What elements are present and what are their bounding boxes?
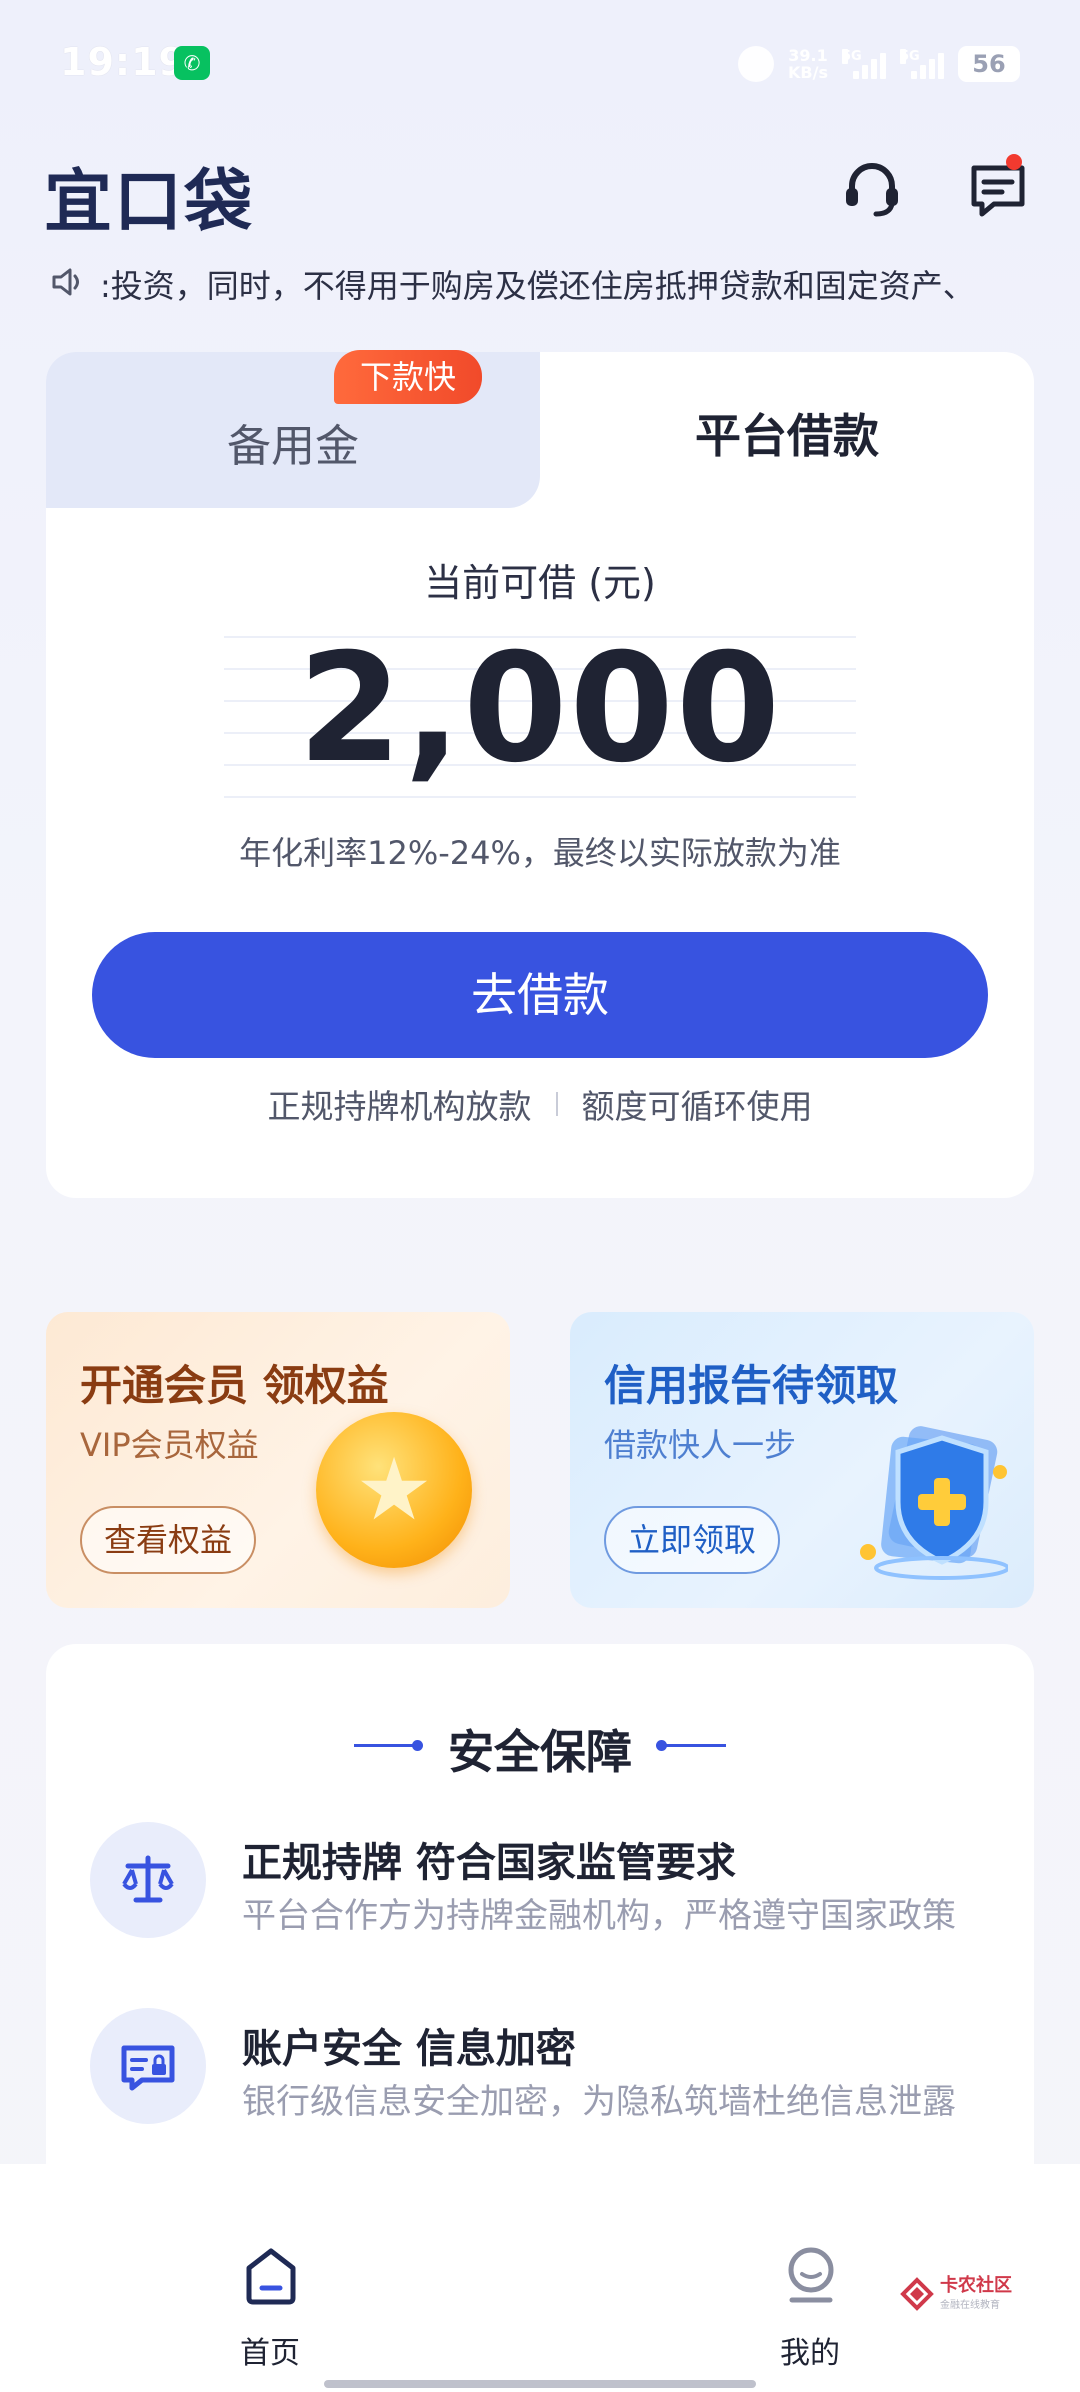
gold-coin-icon: ★ <box>316 1412 472 1568</box>
notice-text: :投资，同时，不得用于购房及偿还住房抵押贷款和固定资产、 <box>100 267 975 305</box>
security-item-title: 正规持牌 符合国家监管要求 <box>242 1840 736 1886</box>
divider <box>555 1092 558 1116</box>
borrow-button[interactable]: 去借款 <box>92 932 988 1058</box>
feature-revolving: 额度可循环使用 <box>581 1087 813 1126</box>
network-speed-value: 39.1 <box>788 46 828 65</box>
signal-type-label: 5G <box>842 49 862 64</box>
credit-report-promo-card[interactable]: 信用报告待领取 借款快人一步 立即领取 <box>570 1312 1034 1608</box>
alarm-icon <box>738 46 775 82</box>
id-card-lock-icon <box>90 2008 206 2124</box>
loan-features: 正规持牌机构放款 额度可循环使用 <box>46 1080 1034 1128</box>
message-icon[interactable] <box>966 158 1030 222</box>
fast-disbursement-badge: 下款快 <box>334 350 483 404</box>
nav-home[interactable]: 首页 <box>170 2246 370 2371</box>
tab-platform-loan[interactable]: 平台借款 <box>540 400 1034 466</box>
notice-bar[interactable]: :投资，同时，不得用于购房及偿还住房抵押贷款和固定资产、 <box>50 262 1040 306</box>
battery-indicator: 56 <box>958 46 1020 82</box>
available-amount-label: 当前可借 (元) <box>424 561 656 605</box>
security-item-desc: 银行级信息安全加密，为隐私筑墙杜绝信息泄露 <box>242 2082 956 2122</box>
network-speed: 39.1 KB/s <box>788 47 828 81</box>
vip-promo-title: 开通会员 领权益 <box>80 1361 389 1410</box>
unread-dot <box>1006 154 1022 170</box>
nav-mine[interactable]: 我的 <box>710 2246 910 2371</box>
available-amount: 2,000 <box>297 622 783 796</box>
speaker-icon <box>50 266 90 302</box>
security-item-account: 账户安全 信息加密 银行级信息安全加密，为隐私筑墙杜绝信息泄露 <box>90 2008 990 2128</box>
vip-promo-card[interactable]: 开通会员 领权益 VIP会员权益 查看权益 ★ <box>46 1312 510 1608</box>
signal-icon: 5G <box>842 49 886 79</box>
app-logo: 宜口袋 <box>44 163 255 242</box>
scale-icon <box>90 1822 206 1938</box>
watermark-subtitle: 金融在线教育 <box>940 2300 1000 2311</box>
view-benefits-button[interactable]: 查看权益 <box>80 1506 257 1574</box>
watermark-logo-icon <box>900 2276 934 2311</box>
star-icon: ★ <box>355 1440 433 1540</box>
interest-rate-text: 年化利率12%-24%，最终以实际放款为准 <box>239 834 841 872</box>
profile-icon <box>784 2246 838 2310</box>
security-section: 安全保障 正规持牌 符合国家监管要求 平台合作方为持牌金融机构，严格遵守国家政策 <box>46 1644 1034 2204</box>
nav-home-label: 首页 <box>240 2336 300 2371</box>
status-time: 19:19 <box>60 40 186 84</box>
headset-icon[interactable] <box>840 158 904 222</box>
wechat-notification-icon: ✆ <box>174 46 210 80</box>
home-indicator[interactable] <box>324 2380 756 2388</box>
security-item-desc: 平台合作方为持牌金融机构，严格遵守国家政策 <box>242 1896 956 1936</box>
shield-icon <box>838 1412 1010 1582</box>
feature-licensed: 正规持牌机构放款 <box>267 1087 532 1126</box>
vip-promo-subtitle: VIP会员权益 <box>80 1426 259 1464</box>
tab-backup-fund-label: 备用金 <box>227 421 359 472</box>
nav-mine-label: 我的 <box>780 2336 840 2371</box>
security-item-licensed: 正规持牌 符合国家监管要求 平台合作方为持牌金融机构，严格遵守国家政策 <box>90 1822 990 1942</box>
home-icon <box>244 2246 298 2310</box>
status-indicators: 39.1 KB/s 5G 5G 56 <box>738 44 1020 84</box>
credit-promo-title: 信用报告待领取 <box>604 1361 899 1410</box>
signal-type-label-2: 5G <box>900 49 920 64</box>
claim-now-button[interactable]: 立即领取 <box>604 1506 781 1574</box>
security-title: 安全保障 <box>448 1725 632 1779</box>
watermark-title: 卡农社区 <box>940 2275 1012 2296</box>
security-item-title: 账户安全 信息加密 <box>242 2026 576 2072</box>
credit-promo-subtitle: 借款快人一步 <box>604 1426 797 1464</box>
title-decoration-right <box>662 1744 726 1747</box>
signal-icon-2: 5G <box>900 49 944 79</box>
watermark: 卡农社区 金融在线教育 <box>900 2276 1012 2311</box>
network-speed-unit: KB/s <box>788 63 828 82</box>
status-bar: 19:19 ✆ 39.1 KB/s 5G 5G 56 <box>0 0 1080 130</box>
